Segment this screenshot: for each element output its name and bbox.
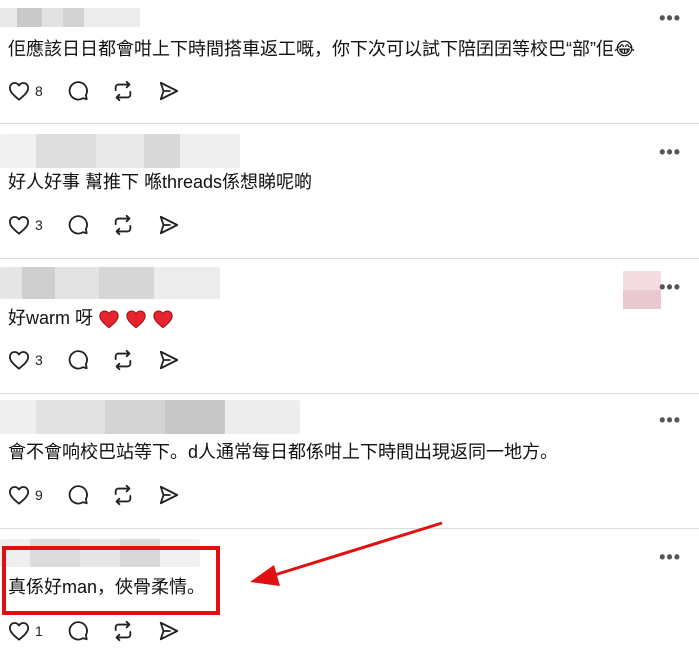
annotation-arrow	[250, 521, 443, 586]
